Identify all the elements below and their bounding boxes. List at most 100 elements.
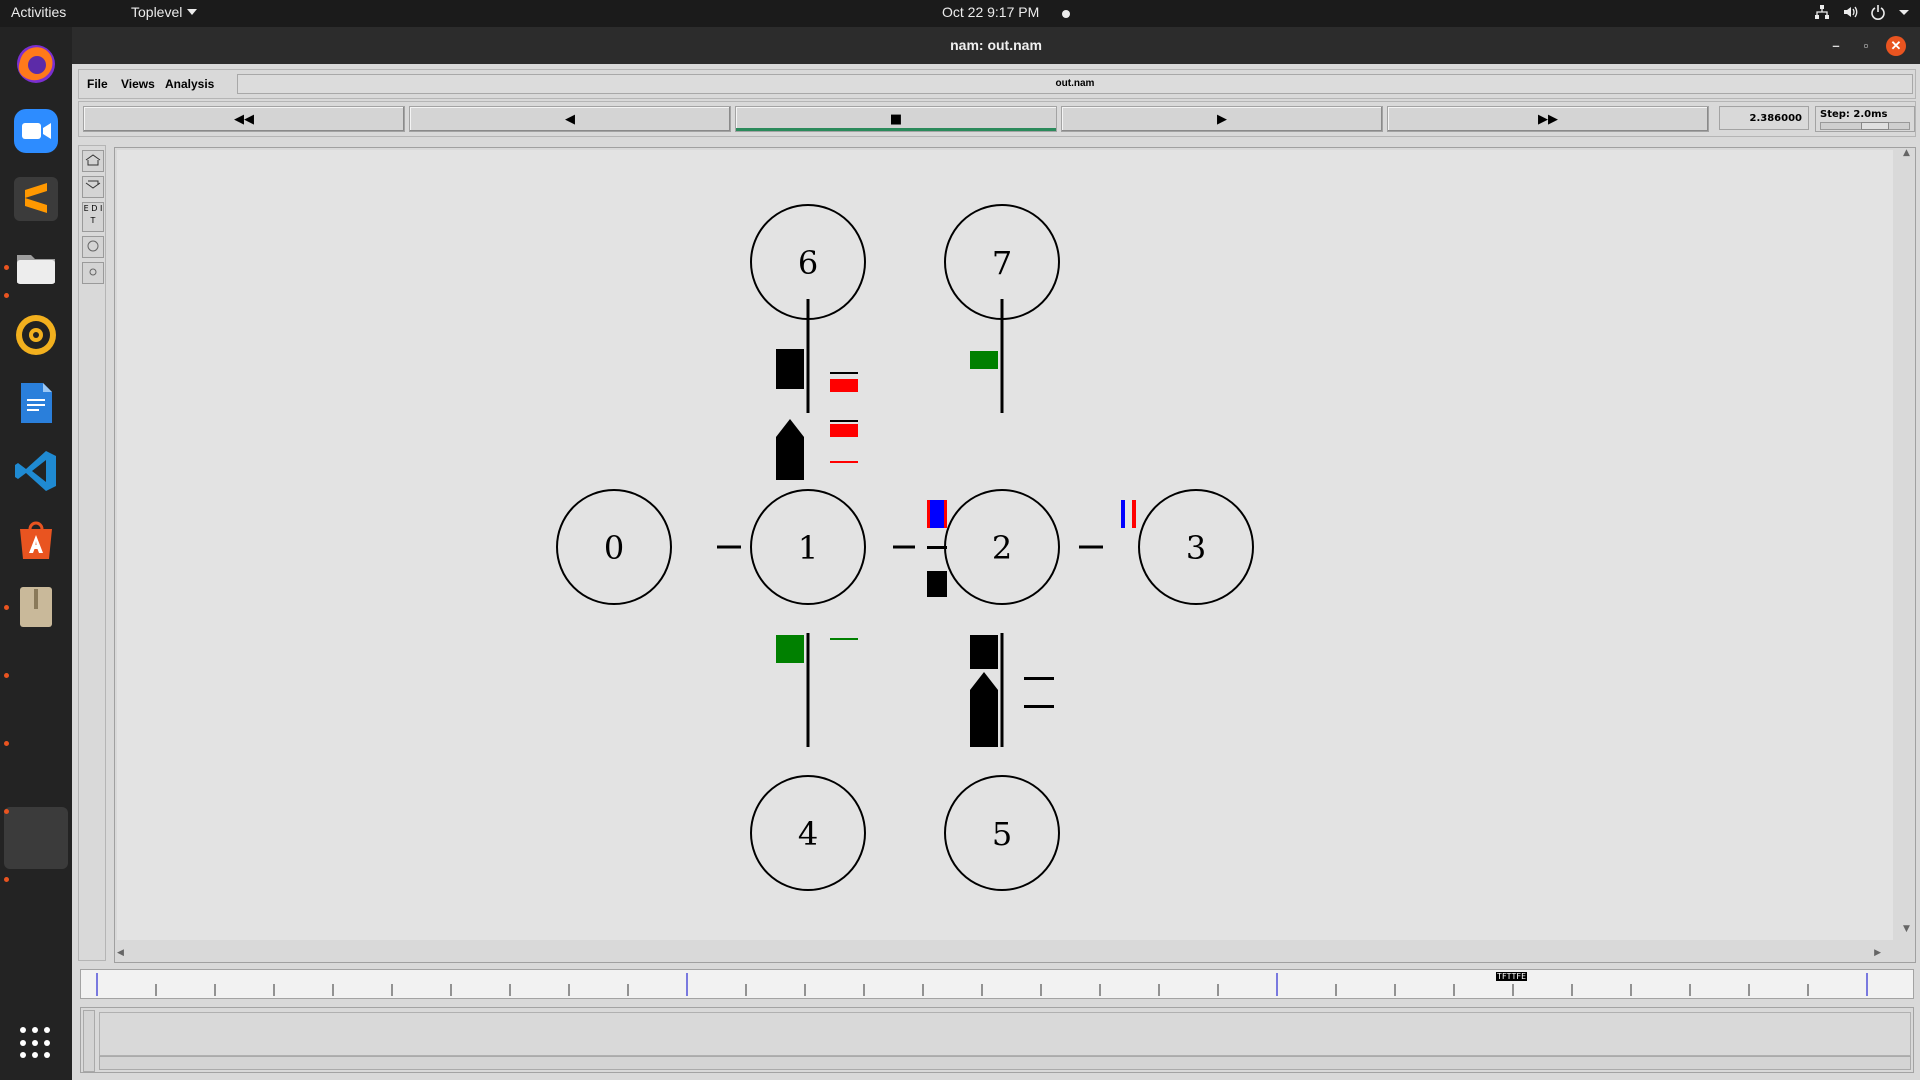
packet bbox=[927, 571, 947, 597]
svg-text:0: 0 bbox=[604, 529, 624, 567]
rewind-button[interactable]: ◀◀ bbox=[83, 106, 405, 132]
annotation-hscrollbar[interactable] bbox=[99, 1056, 1911, 1070]
gnome-top-bar: Activities Toplevel Oct 22 9:17 PM bbox=[0, 0, 1920, 27]
node-4: 4 bbox=[750, 775, 866, 891]
packet bbox=[970, 635, 998, 669]
filename-label: out.nam bbox=[237, 74, 1913, 94]
step-back-button[interactable]: ◀ bbox=[409, 106, 731, 132]
circle-tool-icon[interactable] bbox=[82, 236, 104, 258]
sim-time-display: 2.386000 bbox=[1719, 106, 1809, 130]
queue-mark bbox=[830, 372, 858, 374]
timeline-ticks bbox=[96, 973, 1868, 996]
svg-text:3: 3 bbox=[1186, 529, 1206, 567]
zoom-out-icon[interactable] bbox=[82, 176, 104, 198]
clock[interactable]: Oct 22 9:17 PM bbox=[942, 4, 1039, 20]
zoom-icon[interactable] bbox=[10, 105, 62, 157]
annotation-panel bbox=[80, 1007, 1914, 1073]
nam-window: nam: out.nam – ▫ ✕ File Views Analysis o… bbox=[72, 27, 1920, 1080]
menu-bar: File Views Analysis out.nam bbox=[78, 69, 1916, 99]
blue-packet bbox=[930, 500, 944, 528]
menu-views[interactable]: Views bbox=[121, 77, 155, 91]
system-tray[interactable] bbox=[1814, 4, 1910, 23]
menu-analysis[interactable]: Analysis bbox=[165, 77, 214, 91]
svg-text:4: 4 bbox=[798, 815, 818, 853]
annotation-scrollbar[interactable] bbox=[83, 1010, 95, 1072]
play-button[interactable]: ▶ bbox=[1061, 106, 1383, 132]
queue-mark bbox=[1024, 705, 1054, 708]
chevron-down-icon bbox=[187, 9, 198, 15]
scroll-right-icon[interactable]: ▶ bbox=[1874, 948, 1881, 958]
queue-mark bbox=[1024, 677, 1054, 680]
node-3: 3 bbox=[1138, 489, 1254, 605]
annotation-list[interactable] bbox=[99, 1012, 1911, 1056]
svg-text:7: 7 bbox=[992, 244, 1012, 282]
step-control[interactable]: Step: 2.0ms bbox=[1815, 106, 1915, 132]
vertical-scrollbar[interactable]: ▲ ▼ bbox=[1899, 148, 1915, 948]
network-view[interactable]: 6 7 0 1 2 3 4 5 ▲ ▼ ◀ ▶ bbox=[114, 147, 1916, 963]
tool-strip: E D I T bbox=[78, 145, 106, 961]
window-title: nam: out.nam bbox=[950, 37, 1042, 53]
active-app-tile[interactable] bbox=[4, 807, 68, 869]
files-icon[interactable] bbox=[10, 241, 62, 293]
running-indicator bbox=[4, 809, 9, 814]
rhythmbox-icon[interactable] bbox=[10, 309, 62, 361]
svg-text:2: 2 bbox=[992, 529, 1012, 567]
scroll-left-icon[interactable]: ◀ bbox=[117, 948, 124, 958]
svg-text:1: 1 bbox=[798, 529, 818, 567]
step-slider-thumb[interactable] bbox=[1861, 122, 1889, 130]
firefox-icon[interactable] bbox=[10, 37, 62, 89]
playback-controls: ◀◀ ◀ ■ ▶ ▶▶ 2.386000 Step: 2.0ms bbox=[78, 101, 1916, 137]
close-button[interactable]: ✕ bbox=[1886, 36, 1906, 56]
horizontal-scrollbar[interactable]: ◀ ▶ bbox=[115, 946, 1899, 962]
green-packet bbox=[970, 351, 998, 369]
svg-text:6: 6 bbox=[798, 244, 818, 282]
node-0: 0 bbox=[556, 489, 672, 605]
node-2: 2 bbox=[944, 489, 1060, 605]
running-indicator bbox=[4, 293, 9, 298]
edit-tool[interactable]: E D I T bbox=[82, 202, 104, 232]
scroll-up-icon[interactable]: ▲ bbox=[1903, 148, 1910, 158]
packet bbox=[970, 672, 998, 747]
red-packet bbox=[830, 379, 858, 392]
running-indicator bbox=[4, 265, 9, 270]
step-label: Step: 2.0ms bbox=[1820, 109, 1888, 120]
power-icon[interactable] bbox=[1870, 4, 1886, 23]
vscode-icon[interactable] bbox=[10, 445, 62, 497]
chevron-down-icon[interactable] bbox=[1898, 4, 1910, 23]
green-packet bbox=[776, 635, 804, 663]
red-packet bbox=[830, 461, 858, 463]
sublime-text-icon[interactable] bbox=[10, 173, 62, 225]
volume-icon[interactable] bbox=[1842, 4, 1858, 23]
zoom-in-icon[interactable] bbox=[82, 150, 104, 172]
green-packet bbox=[830, 638, 858, 640]
writer-icon[interactable] bbox=[10, 377, 62, 429]
scroll-down-icon[interactable]: ▼ bbox=[1903, 924, 1910, 934]
running-indicator bbox=[4, 673, 9, 678]
timeline[interactable]: TFTTFE bbox=[80, 969, 1914, 999]
packet bbox=[776, 349, 804, 389]
running-indicator bbox=[4, 605, 9, 610]
archive-manager-icon[interactable] bbox=[10, 581, 62, 633]
queue-mark bbox=[830, 420, 858, 422]
menu-file[interactable]: File bbox=[87, 77, 108, 91]
network-icon[interactable] bbox=[1814, 4, 1830, 23]
maximize-button[interactable]: ▫ bbox=[1856, 36, 1876, 56]
toplevel-label: Toplevel bbox=[131, 4, 183, 20]
small-circle-tool-icon[interactable] bbox=[82, 262, 104, 284]
network-canvas[interactable]: 6 7 0 1 2 3 4 5 bbox=[117, 150, 1893, 940]
title-bar[interactable]: nam: out.nam – ▫ ✕ bbox=[72, 27, 1920, 64]
show-applications-icon[interactable] bbox=[20, 1027, 52, 1059]
timeline-marker[interactable]: TFTTFE bbox=[1496, 972, 1527, 981]
network-topology[interactable]: 6 7 0 1 2 3 4 5 bbox=[117, 150, 1893, 940]
app-center-icon[interactable] bbox=[10, 513, 62, 565]
activities-button[interactable]: Activities bbox=[11, 4, 66, 20]
notification-dot-icon bbox=[1062, 10, 1070, 18]
fast-forward-button[interactable]: ▶▶ bbox=[1387, 106, 1709, 132]
stop-button[interactable]: ■ bbox=[735, 106, 1057, 132]
step-slider[interactable] bbox=[1820, 122, 1910, 130]
svg-text:5: 5 bbox=[992, 815, 1012, 853]
toplevel-menu[interactable]: Toplevel bbox=[131, 4, 198, 20]
minimize-button[interactable]: – bbox=[1826, 36, 1846, 56]
blue-packet bbox=[1121, 500, 1125, 528]
dock bbox=[0, 27, 72, 1080]
